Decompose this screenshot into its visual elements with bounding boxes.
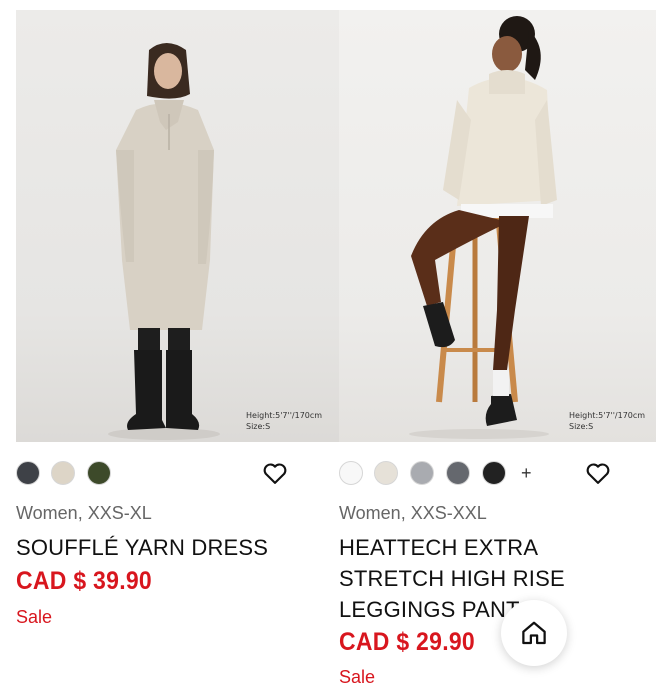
color-swatch[interactable]	[374, 461, 398, 485]
product-card[interactable]: Height:5'7''/170cm Size:S Women, XXS-XL …	[16, 10, 339, 627]
product-name[interactable]: HEATTECH EXTRA STRETCH HIGH RISE LEGGING…	[339, 532, 639, 625]
heart-icon[interactable]	[584, 459, 612, 487]
model-info-note: Height:5'7''/170cm Size:S	[569, 410, 645, 432]
color-swatches	[16, 461, 339, 487]
color-swatch[interactable]	[482, 461, 506, 485]
color-swatch[interactable]	[446, 461, 470, 485]
color-swatch[interactable]	[410, 461, 434, 485]
product-meta: Women, XXS-XXL	[339, 503, 487, 523]
model-size: Size:S	[246, 422, 271, 431]
product-price: CAD $ 29.90	[339, 628, 476, 656]
color-swatch[interactable]	[51, 461, 75, 485]
more-colors-plus-icon[interactable]: +	[521, 461, 532, 485]
model-height: Height:5'7''/170cm	[246, 411, 323, 420]
heart-icon[interactable]	[261, 459, 289, 487]
model-height: Height:5'7''/170cm	[569, 411, 646, 420]
product-card[interactable]: Height:5'7''/170cm Size:S + Women, XXS-X…	[339, 10, 656, 687]
color-swatch[interactable]	[339, 461, 363, 485]
sale-badge: Sale	[339, 667, 376, 687]
product-image[interactable]: Height:5'7''/170cm Size:S	[339, 10, 656, 442]
model-size: Size:S	[569, 422, 594, 431]
product-meta: Women, XXS-XL	[16, 503, 152, 523]
product-image[interactable]: Height:5'7''/170cm Size:S	[16, 10, 339, 442]
home-icon	[522, 621, 546, 645]
color-swatch[interactable]	[87, 461, 111, 485]
product-name[interactable]: SOUFFLÉ YARN DRESS	[16, 532, 316, 563]
sale-badge: Sale	[16, 607, 53, 627]
product-grid: Height:5'7''/170cm Size:S Women, XXS-XL …	[16, 10, 656, 693]
model-info-note: Height:5'7''/170cm Size:S	[246, 410, 322, 432]
color-swatches: +	[339, 461, 656, 487]
home-button[interactable]	[501, 600, 567, 666]
product-price: CAD $ 39.90	[16, 567, 153, 595]
color-swatch[interactable]	[16, 461, 40, 485]
